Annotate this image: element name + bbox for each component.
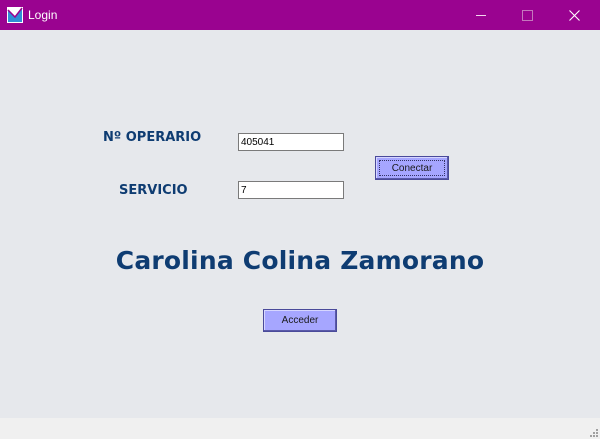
maximize-button[interactable]	[504, 0, 550, 30]
title-bar[interactable]: Login	[0, 0, 600, 30]
operario-input[interactable]	[238, 133, 344, 151]
acceder-button[interactable]: Acceder	[263, 309, 337, 332]
close-button[interactable]	[551, 0, 597, 30]
app-icon	[7, 7, 23, 23]
servicio-label: SERVICIO	[119, 183, 188, 198]
minimize-icon	[476, 14, 486, 16]
operario-label: Nº OPERARIO	[103, 130, 202, 145]
user-name: Carolina Colina Zamorano	[115, 246, 485, 275]
window-title: Login	[28, 8, 58, 22]
servicio-input[interactable]	[238, 181, 344, 199]
minimize-button[interactable]	[458, 0, 504, 30]
maximize-icon	[521, 9, 533, 21]
acceder-button-label: Acceder	[281, 315, 319, 326]
resize-grip-icon[interactable]	[588, 427, 598, 437]
close-icon	[568, 9, 580, 21]
login-window: Login Nº OPERARIO Conectar SERVICIO Caro…	[0, 0, 600, 439]
status-bar	[0, 418, 600, 439]
conectar-button[interactable]: Conectar	[375, 156, 449, 180]
focus-rectangle	[379, 160, 445, 176]
